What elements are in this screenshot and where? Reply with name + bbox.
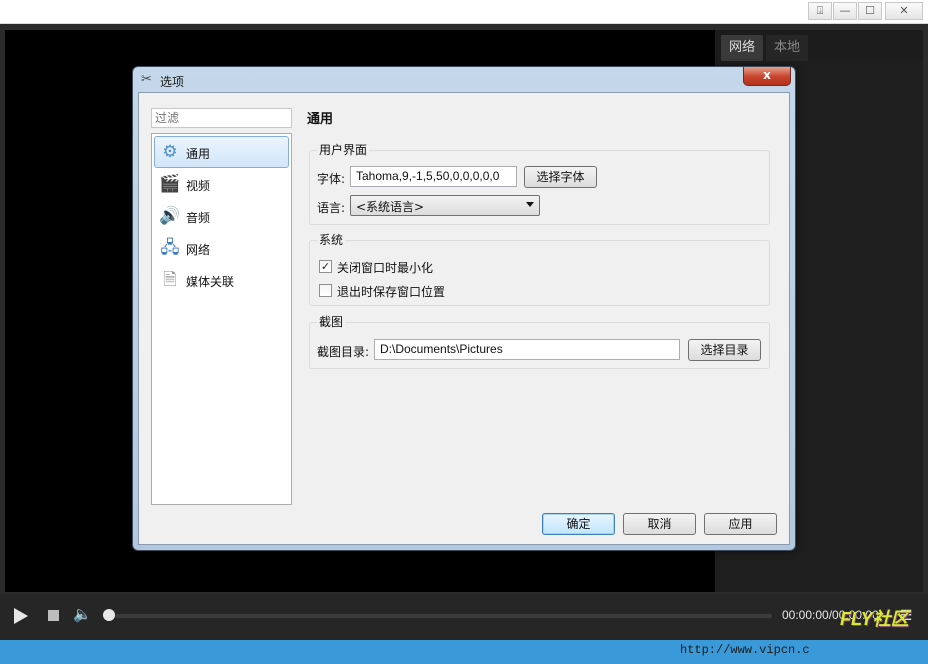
nav-item-audio[interactable]: 🔊 音频 [154, 200, 289, 232]
group-title: 系统 [317, 231, 346, 248]
play-icon[interactable] [14, 608, 28, 624]
choose-font-button[interactable]: 选择字体 [524, 166, 597, 188]
nav-item-label: 媒体关联 [186, 275, 235, 289]
nav-item-general[interactable]: ⚙ 通用 [154, 136, 289, 168]
maximize-button[interactable]: ☐ [858, 2, 882, 20]
checkbox-checked[interactable]: ✓ [319, 260, 332, 273]
ok-button[interactable]: 确定 [542, 513, 615, 535]
choose-directory-button[interactable]: 选择目录 [688, 339, 761, 361]
nav-item-media-association[interactable]: 🗎 媒体关联 [154, 264, 289, 296]
cancel-button[interactable]: 取消 [623, 513, 696, 535]
nav-item-label: 网络 [186, 243, 211, 257]
filter-input[interactable] [151, 108, 292, 128]
tab-network[interactable]: 网络 [721, 35, 764, 61]
gear-icon: ⚙ [162, 142, 178, 162]
network-icon: 🖧 [160, 238, 180, 258]
chevron-down-icon [526, 202, 534, 207]
close-button[interactable]: ✕ [885, 2, 923, 20]
seek-bar[interactable] [104, 614, 772, 618]
language-label: 语言: [317, 201, 346, 215]
player-titlebar: ⍗ — ☐ ✕ [0, 0, 928, 24]
watermark-url: http://www.vipcn.c [680, 643, 810, 657]
nav-item-network[interactable]: 🖧 网络 [154, 232, 289, 264]
apply-button[interactable]: 应用 [704, 513, 777, 535]
dialog-title: 选项 [160, 75, 185, 89]
font-label: 字体: [317, 172, 346, 186]
ui-group: 用户界面 字体: Tahoma,9,-1,5,50,0,0,0,0,0 选择字体… [309, 141, 770, 225]
volume-icon[interactable]: 🔈 [73, 605, 92, 623]
group-title: 用户界面 [317, 141, 370, 158]
screenshot-dir-field[interactable]: D:\Documents\Pictures [374, 339, 680, 360]
playback-controls: 🔈 00:00:00/00:00:00 ☰ [0, 594, 928, 640]
watermark-strip: http://www.vipcn.c [0, 640, 928, 664]
side-tabs: 网络 本地 [715, 30, 923, 61]
tools-icon: ✂ [141, 72, 152, 87]
speaker-icon: 🔊 [159, 206, 181, 226]
language-value: <系统语言> [356, 200, 425, 214]
watermark-brand: FLY社区 [840, 609, 909, 629]
settings-nav: ⚙ 通用 🎬 视频 🔊 音频 🖧 网络 🗎 媒体关联 [151, 133, 292, 505]
screenshot-dir-label: 截图目录: [317, 345, 370, 359]
section-title: 通用 [307, 112, 334, 127]
checkbox-unchecked[interactable] [319, 284, 332, 297]
menu-dropdown-button[interactable]: ⍗ [808, 2, 832, 20]
dialog-body: ⚙ 通用 🎬 视频 🔊 音频 🖧 网络 🗎 媒体关联 通用 用户界面 [138, 92, 790, 545]
font-field[interactable]: Tahoma,9,-1,5,50,0,0,0,0,0 [350, 166, 517, 187]
nav-item-label: 通用 [186, 147, 211, 161]
nav-item-video[interactable]: 🎬 视频 [154, 168, 289, 200]
seek-handle[interactable] [103, 609, 115, 621]
nav-item-label: 音频 [186, 211, 211, 225]
minimize-button[interactable]: — [833, 2, 857, 20]
checkbox-label: 退出时保存窗口位置 [337, 285, 446, 299]
clapperboard-icon: 🎬 [159, 174, 181, 194]
language-select[interactable]: <系统语言> [350, 195, 540, 216]
media-association-icon: 🗎 [163, 270, 177, 290]
group-title: 截图 [317, 313, 346, 330]
dialog-close-button[interactable]: x [743, 67, 791, 86]
system-group: 系统 ✓ 关闭窗口时最小化 退出时保存窗口位置 [309, 231, 770, 306]
stop-icon[interactable] [48, 610, 59, 621]
nav-item-label: 视频 [186, 179, 211, 193]
checkbox-label: 关闭窗口时最小化 [337, 261, 434, 275]
options-dialog: ✂ 选项 x ⚙ 通用 🎬 视频 🔊 音频 🖧 网络 🗎 媒体关联 [132, 66, 796, 551]
tab-local[interactable]: 本地 [766, 35, 809, 61]
screenshot-group: 截图 截图目录: D:\Documents\Pictures 选择目录 [309, 313, 770, 369]
